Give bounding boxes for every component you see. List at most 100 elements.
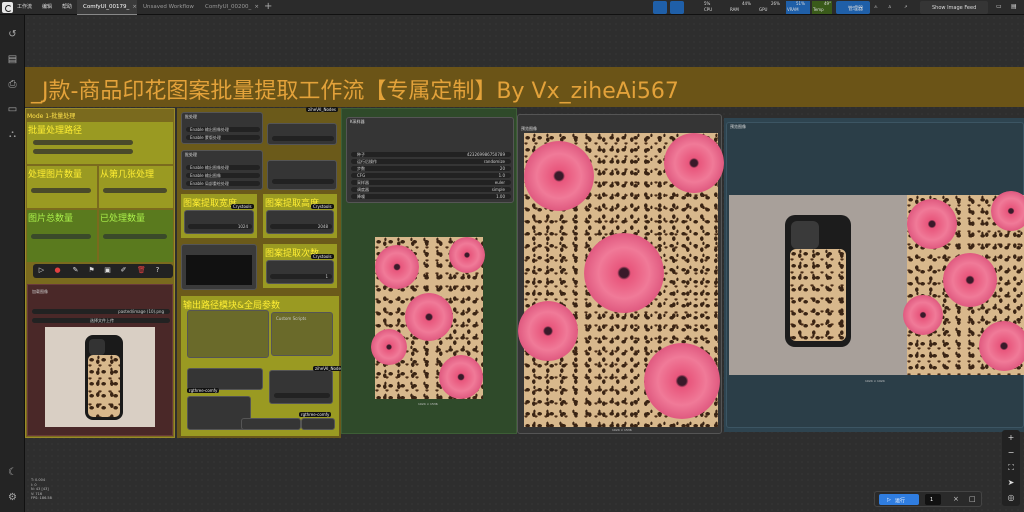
select-mode-icon[interactable]: ➤ <box>1006 478 1016 488</box>
control-row[interactable]: 运行后操作 randomize <box>351 159 511 164</box>
translate-icon[interactable] <box>653 1 667 14</box>
pin-icon[interactable]: ✎ <box>71 266 80 275</box>
play-icon[interactable]: ▷ <box>37 266 46 275</box>
zoom-out-icon[interactable]: − <box>1006 448 1016 458</box>
path-input-2[interactable] <box>33 149 133 154</box>
image-select[interactable]: pasted/image (10).png <box>32 309 170 314</box>
width-input[interactable]: 1024 <box>188 224 252 229</box>
theme-icon[interactable]: ☾ <box>7 467 18 478</box>
bus-node-2[interactable] <box>301 418 335 430</box>
count-input[interactable]: 1 <box>270 274 332 279</box>
new-tab-icon[interactable]: + <box>264 1 272 12</box>
gear-icon[interactable]: ⚙ <box>7 492 18 503</box>
seed-row[interactable] <box>272 179 334 184</box>
switch-node-2[interactable]: 批处理 Enable 输出图像处理 Enable 输出图像 Enable 局部重… <box>181 150 263 190</box>
switch-node-1[interactable]: 批处理 Enable 输出图像处理 Enable 蒙版处理 <box>181 112 263 144</box>
color-icon[interactable]: ● <box>53 266 62 275</box>
toggle-row[interactable]: Enable 输出图像处理 <box>186 127 260 132</box>
link-visibility-icon[interactable]: ◎ <box>1006 493 1016 503</box>
upload-button[interactable]: 选择文件上传 <box>32 318 170 323</box>
notes-node[interactable] <box>181 244 257 290</box>
string-node[interactable] <box>269 370 333 404</box>
gpu-monitor: 26% GPU <box>757 1 781 14</box>
top-bar: 工作流 编辑 帮助 ComfyUI_00179_ × Unsaved Workfl… <box>0 0 1024 15</box>
cancel-icon[interactable]: × <box>953 495 959 503</box>
zoom-in-icon[interactable]: + <box>1006 433 1016 443</box>
manager-button[interactable]: 管理器 <box>836 1 870 14</box>
scheduler-row[interactable]: 调度器 simple <box>351 187 511 192</box>
templates-icon[interactable]: ⛬ <box>7 129 18 140</box>
from-input[interactable] <box>103 188 167 193</box>
denoise-row[interactable]: 降噪 1.00 <box>351 194 511 199</box>
menu-help[interactable]: 帮助 <box>62 3 72 10</box>
info-line: FPS: 186.58 <box>31 496 52 500</box>
phone-photo <box>729 195 909 375</box>
process-input[interactable] <box>31 188 91 193</box>
menu-edit[interactable]: 编辑 <box>42 3 52 10</box>
model-library-icon[interactable]: ⎙ <box>7 79 18 90</box>
sampler-row[interactable]: 采样器 euler <box>351 180 511 185</box>
show-image-feed-button[interactable]: Show Image Feed <box>920 1 988 14</box>
comfy-logo[interactable] <box>2 2 13 13</box>
stop-icon[interactable]: □ <box>969 495 976 503</box>
tab-workflow-1[interactable]: ComfyUI_00179_ × <box>77 0 137 15</box>
group-output: 输出路径模块&全局参数 Custom Scripts zihe\AI_Nodes… <box>181 296 345 436</box>
widget-label: 步数 <box>357 166 365 171</box>
node-badge: rgthree-comfy <box>299 412 332 417</box>
node-title: 批处理 <box>185 152 197 157</box>
run-label: 运行 <box>895 498 906 504</box>
toggle-row[interactable]: Enable 输出图像 <box>186 173 260 178</box>
ksampler-node[interactable]: K采样器 种子 423269986750789 运行后操作 randomize 步数… <box>346 117 514 203</box>
preview-node-1[interactable]: 预览图像 1024 × 1536 <box>517 114 724 434</box>
preview-node-2[interactable]: 预览图像 1024 × 1024 <box>726 122 1024 428</box>
steps-row[interactable]: 步数 20 <box>351 166 511 171</box>
menu-workflow[interactable]: 工作流 <box>17 3 32 10</box>
from-label: 从第几张处理 <box>100 170 155 180</box>
total-input[interactable] <box>31 234 91 239</box>
widget-label: 调度器 <box>357 187 369 192</box>
count-node[interactable]: 1 <box>266 260 334 284</box>
mask-icon[interactable]: ▣ <box>103 266 112 275</box>
height-input[interactable]: 2048 <box>270 224 332 229</box>
path-input[interactable] <box>33 140 133 145</box>
tab-workflow-3[interactable]: ComfyUI_00200_ × <box>199 0 261 15</box>
toggle-label: Enable 输出图像处理 <box>190 127 229 132</box>
group-height: 图案提取高度 Crystools 2048 <box>263 194 337 238</box>
close-icon[interactable]: × <box>254 4 259 10</box>
string-input[interactable] <box>274 393 330 398</box>
banner-title: _J款-商品印花图案批量提取工作流【专属定制】By Vx_ziheAi567 <box>31 79 679 104</box>
mode-node[interactable] <box>267 123 337 145</box>
batch-count-input[interactable]: 1 <box>925 494 941 505</box>
output-node[interactable] <box>187 310 269 358</box>
notes-text[interactable] <box>186 255 252 285</box>
canvas-controls: + − ⛶ ➤ ◎ <box>1002 430 1020 506</box>
bookmark-icon[interactable]: ⚑ <box>87 266 96 275</box>
group-width: 图案提取宽度 Crystools 1024 <box>181 194 257 238</box>
bus-node[interactable] <box>241 418 301 430</box>
toggle-row[interactable]: Enable 蒙版处理 <box>186 135 260 140</box>
delete-icon[interactable]: 🗑 <box>137 266 146 275</box>
tab-workflow-2[interactable]: Unsaved Workflow <box>137 0 199 15</box>
width-node[interactable]: 1024 <box>184 210 254 234</box>
cfg-row[interactable]: CFG 1.0 <box>351 173 511 178</box>
height-node[interactable]: 2048 <box>266 210 334 234</box>
path-node[interactable] <box>187 368 263 390</box>
model-icon[interactable] <box>670 1 684 14</box>
run-button[interactable]: ▷ 运行 <box>879 494 919 505</box>
widget-value: randomize <box>483 159 505 164</box>
toggle-row[interactable]: Enable 局部重绘处理 <box>186 181 260 186</box>
custom-script-node[interactable]: Custom Scripts <box>271 312 333 356</box>
node-library-icon[interactable]: ▤ <box>7 54 18 65</box>
help-icon[interactable]: ? <box>153 266 162 275</box>
mode-select[interactable] <box>272 136 334 141</box>
group-count: 图案提取次数 Crystools 1 <box>263 244 337 288</box>
seed-row[interactable]: 种子 423269986750789 <box>351 152 511 157</box>
fit-view-icon[interactable]: ⛶ <box>1006 463 1016 473</box>
load-image-node[interactable]: 加载图像 pasted/image (10).png 选择文件上传 <box>27 284 173 436</box>
workflows-icon[interactable]: ▭ <box>7 104 18 115</box>
toggle-row[interactable]: Enable 输出图像处理 <box>186 165 260 170</box>
edit-icon[interactable]: ✐ <box>119 266 128 275</box>
history-icon[interactable]: ↺ <box>7 29 18 40</box>
processed-input[interactable] <box>103 234 167 239</box>
seed-node[interactable] <box>267 160 337 190</box>
